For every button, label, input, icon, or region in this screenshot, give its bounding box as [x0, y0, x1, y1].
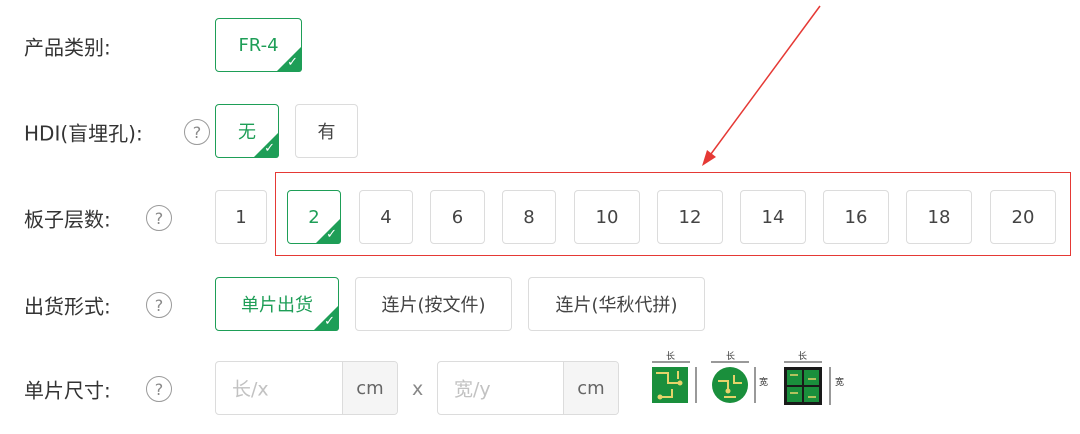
help-icon[interactable]: ?	[146, 292, 172, 318]
length-unit: cm	[342, 362, 397, 414]
size-row: 单片尺寸: ? 长/x cm x 宽/y cm 长 长 宽 长 宽	[0, 352, 1080, 417]
product-type-label: 产品类别:	[24, 35, 111, 60]
check-icon: ✓	[287, 55, 298, 70]
diagram-width-label: 宽	[759, 378, 769, 388]
length-placeholder: 长/x	[232, 378, 269, 401]
option-fr4-text: FR-4	[238, 34, 279, 56]
option-single-piece[interactable]: 单片出货 ✓	[215, 277, 339, 331]
option-panel-by-huaqiu-text: 连片(华秋代拼)	[555, 295, 678, 316]
width-unit: cm	[563, 362, 618, 414]
length-input[interactable]: 长/x cm	[215, 361, 398, 415]
product-type-row: 产品类别: FR-4 ✓	[0, 18, 1080, 74]
hdi-label: HDI(盲埋孔):	[24, 121, 143, 146]
panel-board-diagram-icon: 长 宽	[782, 352, 848, 411]
help-icon[interactable]: ?	[184, 119, 210, 145]
round-board-diagram-icon: 长 宽	[708, 352, 772, 411]
rect-board-diagram-icon: 长	[650, 352, 700, 411]
check-icon: ✓	[264, 141, 275, 156]
check-icon: ✓	[326, 227, 337, 242]
size-label: 单片尺寸:	[24, 378, 111, 403]
help-icon[interactable]: ?	[146, 205, 172, 231]
hdi-row: HDI(盲埋孔): ? 无 ✓ 有	[0, 104, 1080, 160]
shipping-row: 出货形式: ? 单片出货 ✓ 连片(按文件) 连片(华秋代拼)	[0, 277, 1080, 333]
check-icon: ✓	[324, 314, 335, 329]
option-panel-by-file[interactable]: 连片(按文件)	[355, 277, 512, 331]
shipping-label: 出货形式:	[24, 294, 111, 319]
option-fr4[interactable]: FR-4 ✓	[215, 18, 302, 72]
option-panel-by-huaqiu[interactable]: 连片(华秋代拼)	[528, 277, 705, 331]
layers-label: 板子层数:	[24, 207, 111, 232]
width-input[interactable]: 宽/y cm	[437, 361, 619, 415]
option-hdi-yes-text: 有	[317, 122, 336, 143]
option-panel-by-file-text: 连片(按文件)	[381, 295, 486, 316]
help-icon[interactable]: ?	[146, 376, 172, 402]
diagram-width-label: 宽	[835, 378, 845, 388]
option-layer-text: 1	[235, 206, 247, 228]
option-single-piece-text: 单片出货	[241, 295, 313, 316]
width-placeholder: 宽/y	[454, 378, 491, 401]
option-hdi-none-text: 无	[238, 122, 256, 143]
times-sign: x	[412, 378, 424, 400]
option-layer-1[interactable]: 1	[215, 190, 267, 244]
annotation-arrow-icon	[702, 5, 821, 166]
annotation-highlight-box	[275, 172, 1071, 256]
option-hdi-yes[interactable]: 有	[295, 104, 358, 158]
option-hdi-none[interactable]: 无 ✓	[215, 104, 279, 158]
